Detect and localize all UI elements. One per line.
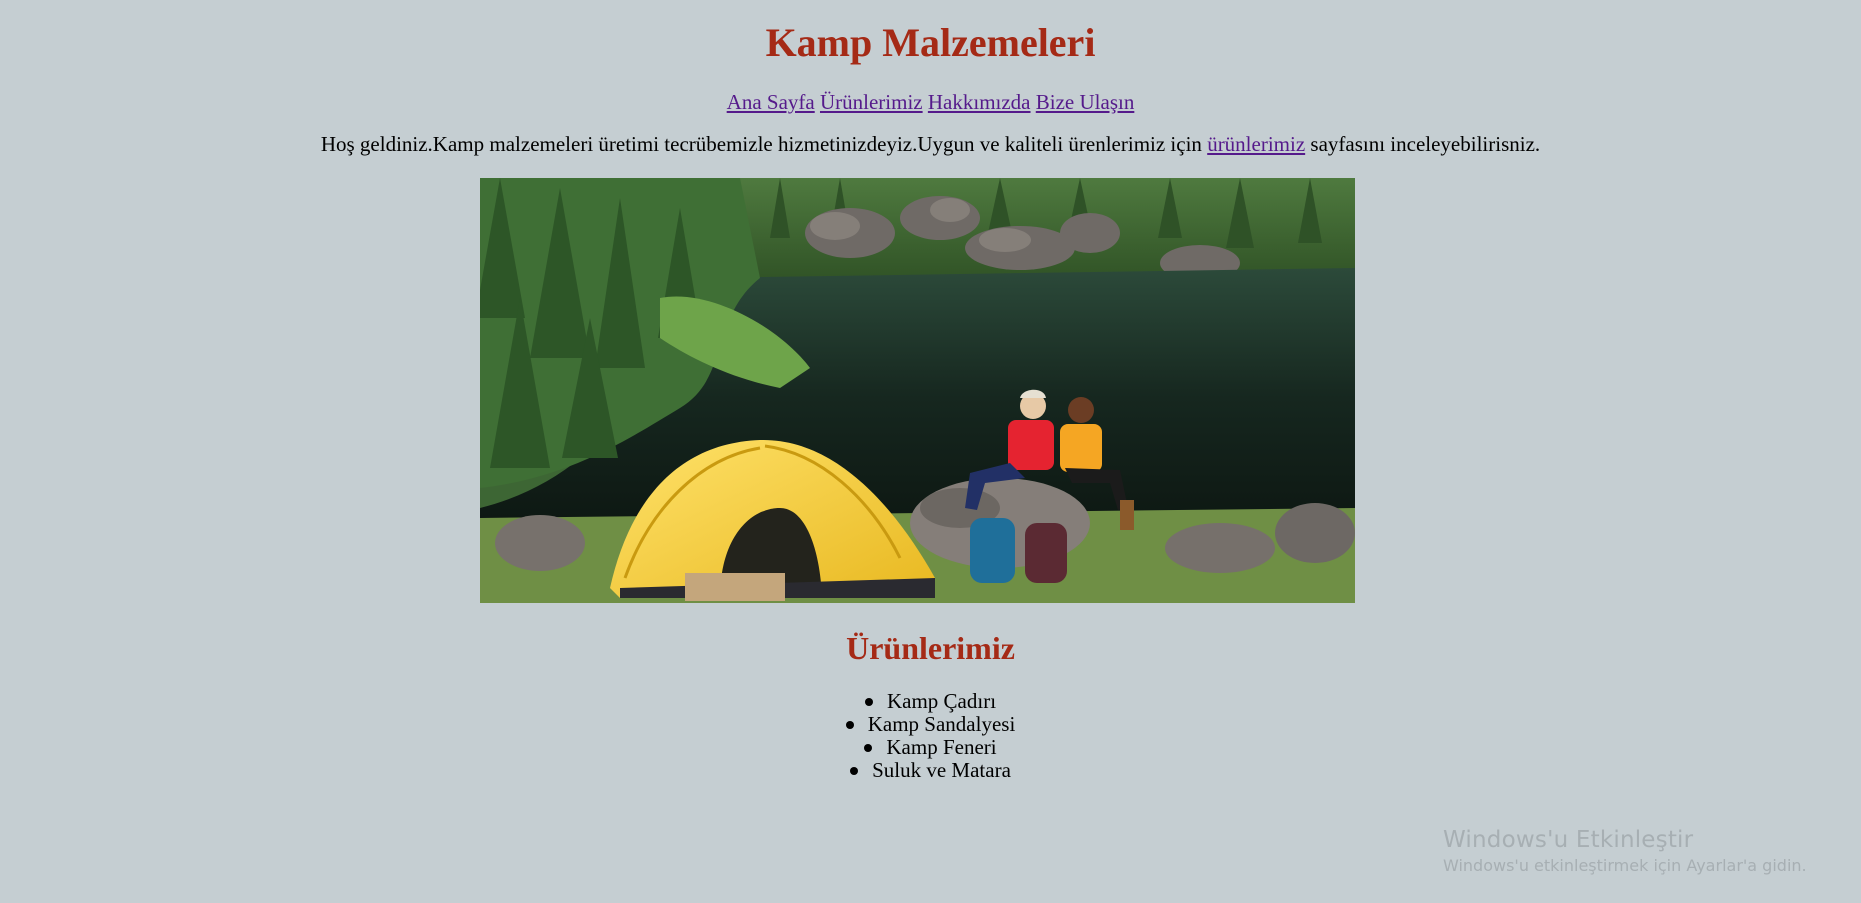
product-name: Suluk ve Matara: [872, 758, 1011, 782]
product-list: Kamp Çadırı Kamp Sandalyesi Kamp Feneri …: [0, 690, 1861, 782]
product-name: Kamp Feneri: [886, 735, 997, 759]
main-nav: Ana Sayfa Ürünlerimiz Hakkımızda Bize Ul…: [0, 90, 1861, 114]
intro-text-before: Hoş geldiniz.Kamp malzemeleri üretimi te…: [320, 132, 1208, 156]
product-name: Kamp Çadırı: [886, 689, 997, 713]
bullet-icon: [864, 697, 873, 706]
page-title: Kamp Malzemeleri: [765, 20, 1096, 65]
intro-paragraph: Hoş geldiniz.Kamp malzemeleri üretimi te…: [0, 132, 1861, 156]
list-item: Kamp Sandalyesi: [0, 713, 1861, 736]
products-heading: Ürünlerimiz: [846, 630, 1015, 666]
bullet-icon: [845, 720, 854, 729]
intro-text-after: sayfasını inceleyebilirisniz.: [1305, 132, 1541, 156]
nav-link-urunlerimiz[interactable]: Ürünlerimiz: [820, 90, 923, 114]
nav-link-bize-ulasin[interactable]: Bize Ulaşın: [1036, 90, 1135, 114]
list-item: Kamp Çadırı: [0, 690, 1861, 713]
intro-products-link[interactable]: ürünlerimiz: [1207, 132, 1305, 156]
hero-image: [480, 178, 1355, 603]
bullet-icon: [864, 743, 873, 752]
bullet-icon: [850, 766, 859, 775]
windows-activation-watermark: Windows'u Etkinleştir Windows'u etkinleş…: [1443, 825, 1807, 877]
product-name: Kamp Sandalyesi: [867, 712, 1016, 736]
nav-link-ana-sayfa[interactable]: Ana Sayfa: [727, 90, 815, 114]
list-item: Kamp Feneri: [0, 736, 1861, 759]
list-item: Suluk ve Matara: [0, 759, 1861, 782]
watermark-title: Windows'u Etkinleştir: [1443, 827, 1694, 853]
watermark-subtitle: Windows'u etkinleştirmek için Ayarlar'a …: [1443, 856, 1807, 875]
nav-link-hakkimizda[interactable]: Hakkımızda: [928, 90, 1031, 114]
